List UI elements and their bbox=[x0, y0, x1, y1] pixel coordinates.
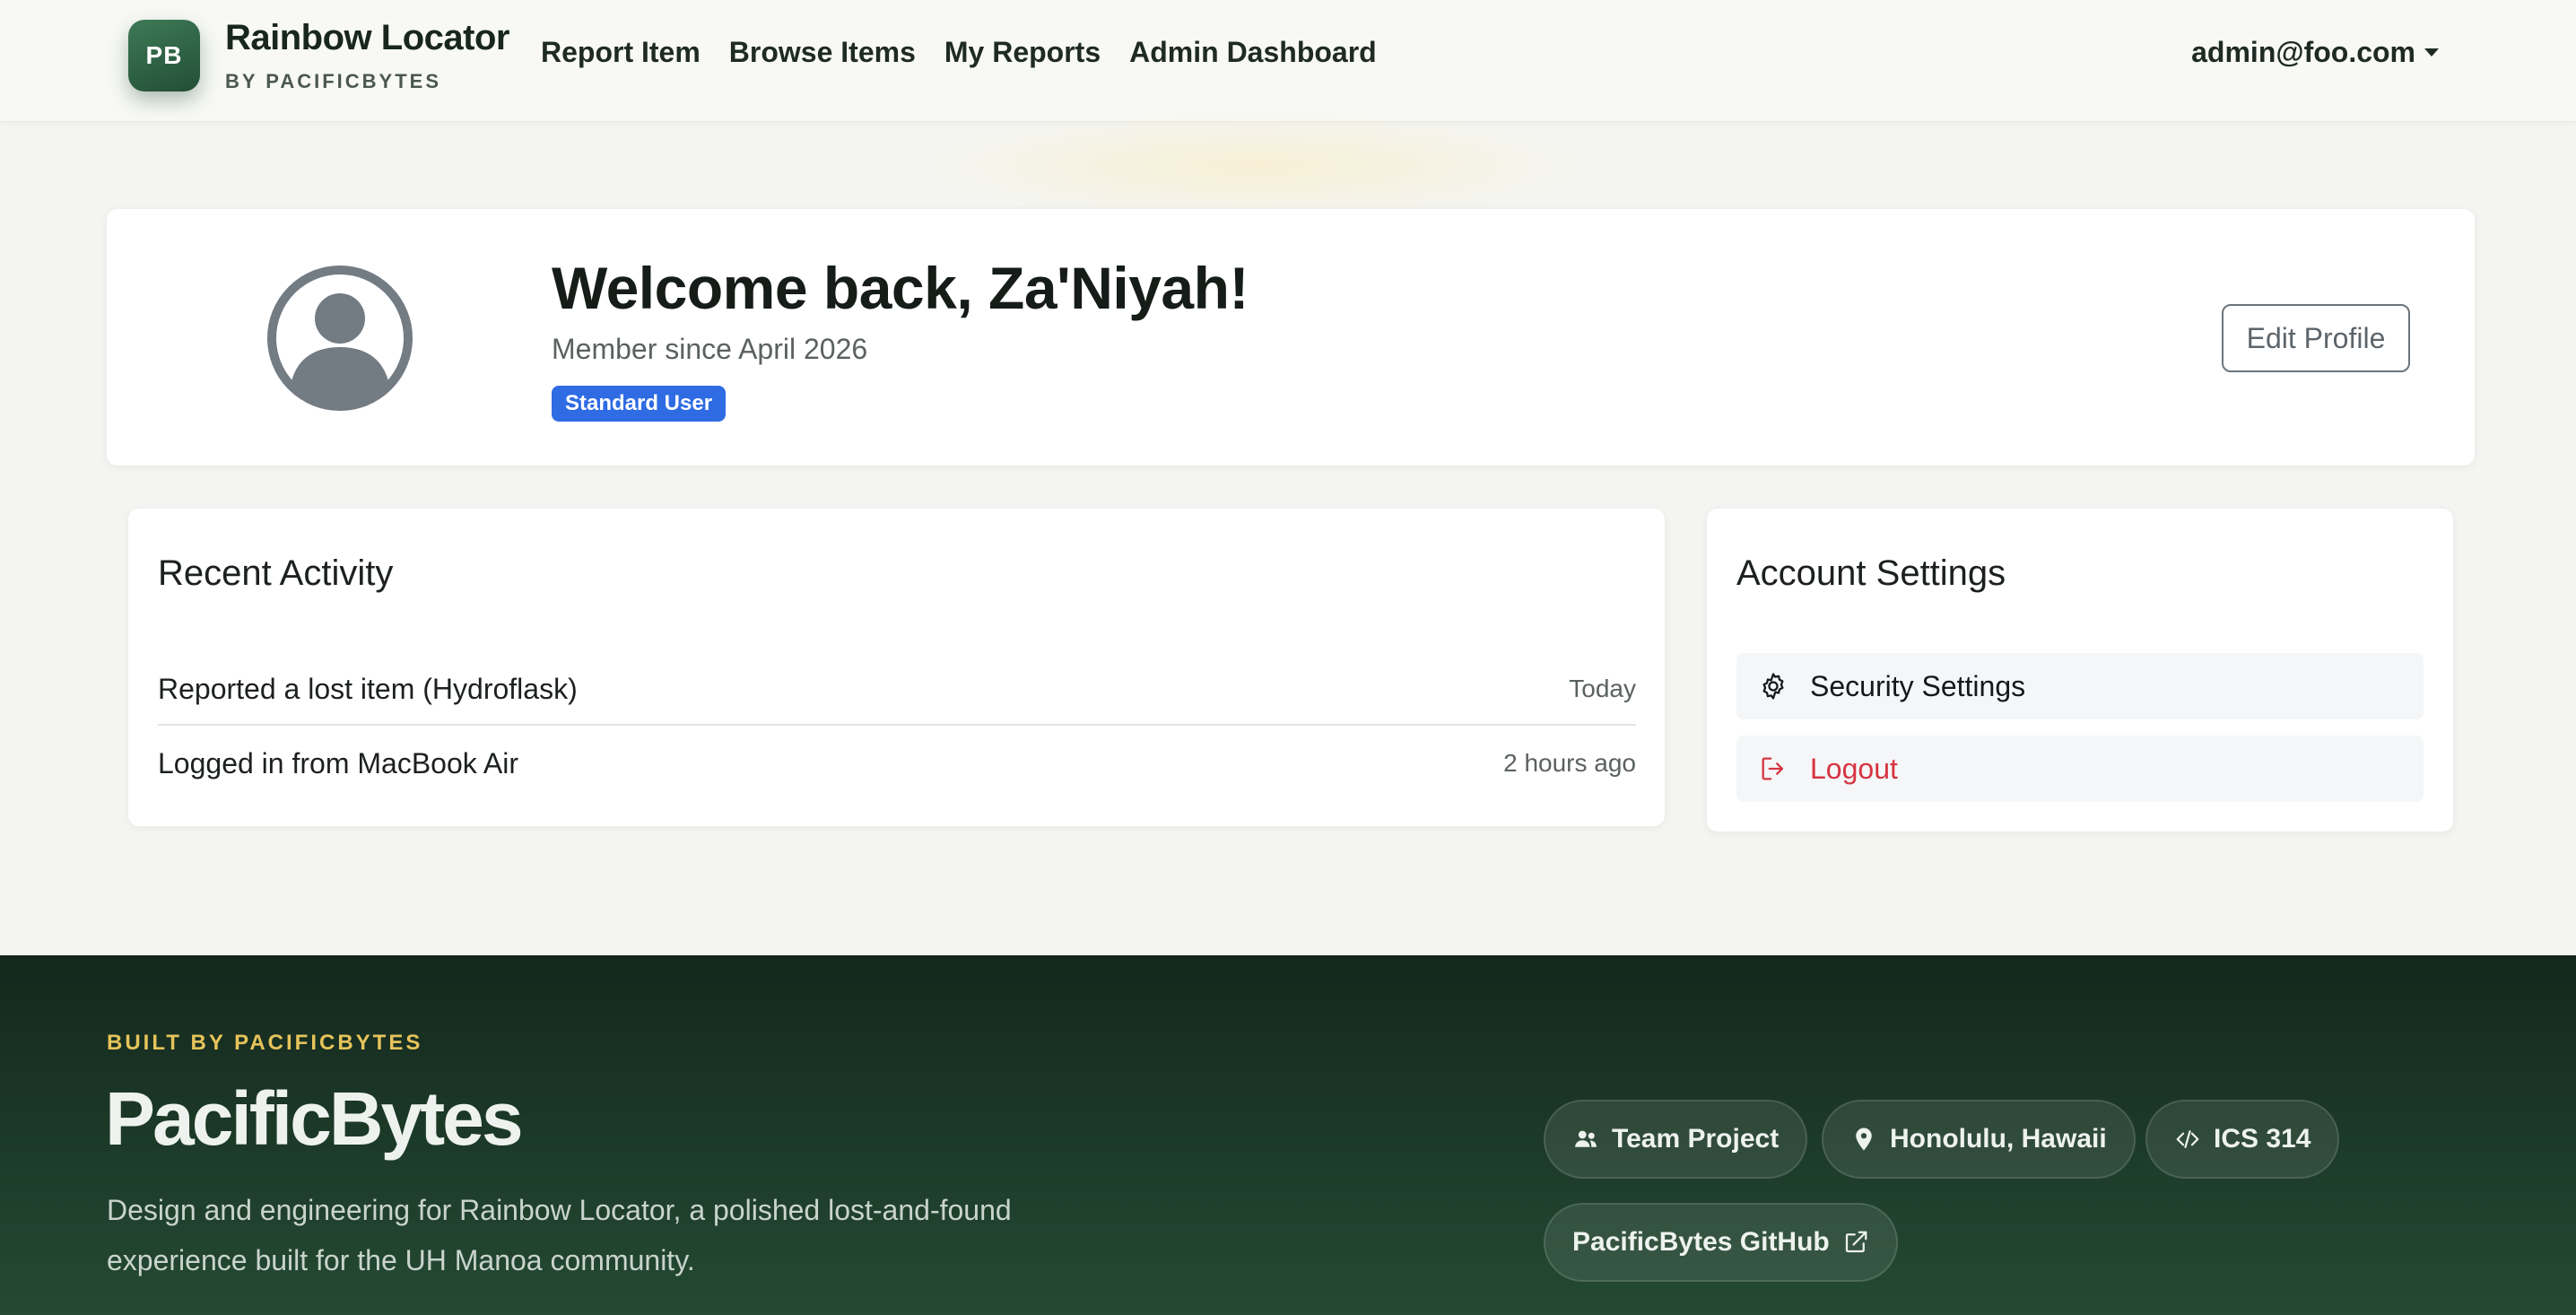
account-settings-heading: Account Settings bbox=[1736, 553, 2006, 593]
location-pill: Honolulu, Hawaii bbox=[1822, 1100, 2136, 1179]
nav-link-admin-dashboard[interactable]: Admin Dashboard bbox=[1129, 36, 1377, 69]
code-icon bbox=[2176, 1130, 2199, 1148]
user-menu-dropdown[interactable]: admin@foo.com bbox=[2191, 36, 2439, 69]
profile-card: Welcome back, Za'Niyah! Member since Apr… bbox=[107, 209, 2475, 466]
course-pill: ICS 314 bbox=[2145, 1100, 2340, 1179]
brand-subtitle: BY PACIFICBYTES bbox=[225, 70, 441, 92]
brand-logo-badge[interactable]: PB bbox=[128, 20, 200, 91]
welcome-heading: Welcome back, Za'Niyah! bbox=[552, 255, 1249, 321]
logout-label: Logout bbox=[1810, 752, 1898, 785]
people-icon bbox=[1575, 1130, 1597, 1147]
footer-kicker: BUILT BY PACIFICBYTES bbox=[107, 1031, 423, 1055]
activity-row: Logged in from MacBook Air 2 hours ago bbox=[158, 727, 1636, 799]
gear-icon bbox=[1762, 673, 1784, 700]
activity-text: Reported a lost item (Hydroflask) bbox=[158, 672, 578, 705]
security-settings-label: Security Settings bbox=[1810, 669, 2026, 702]
team-project-label: Team Project bbox=[1612, 1124, 1780, 1154]
edit-profile-button[interactable]: Edit Profile bbox=[2222, 304, 2410, 372]
user-email: admin@foo.com bbox=[2191, 36, 2415, 68]
footer-description: Design and engineering for Rainbow Locat… bbox=[107, 1194, 1012, 1276]
member-since-text: Member since April 2026 bbox=[552, 333, 868, 365]
github-link-label: PacificBytes GitHub bbox=[1572, 1227, 1830, 1257]
team-project-pill: Team Project bbox=[1544, 1100, 1808, 1179]
nav-link-report-item[interactable]: Report Item bbox=[541, 36, 701, 69]
activity-text: Logged in from MacBook Air bbox=[158, 746, 518, 779]
location-label: Honolulu, Hawaii bbox=[1890, 1124, 2107, 1154]
external-link-icon bbox=[1845, 1231, 1867, 1253]
caret-down-icon bbox=[2424, 48, 2439, 57]
avatar-icon bbox=[267, 266, 413, 411]
header-glow bbox=[897, 108, 1614, 224]
account-settings-card: Account Settings Security Settings Logou… bbox=[1707, 509, 2453, 832]
role-badge: Standard User bbox=[552, 386, 727, 422]
course-label: ICS 314 bbox=[2214, 1124, 2311, 1154]
activity-time: Today bbox=[1569, 675, 1636, 702]
logout-icon bbox=[1762, 757, 1784, 780]
location-pin-icon bbox=[1856, 1128, 1872, 1151]
footer-title: PacificBytes bbox=[105, 1076, 524, 1161]
logout-button[interactable]: Logout bbox=[1736, 736, 2424, 802]
nav-link-my-reports[interactable]: My Reports bbox=[944, 36, 1101, 69]
nav-link-browse-items[interactable]: Browse Items bbox=[729, 36, 916, 69]
github-link-pill[interactable]: PacificBytes GitHub bbox=[1544, 1203, 1898, 1282]
activity-row: Reported a lost item (Hydroflask) Today bbox=[158, 654, 1636, 726]
security-settings-button[interactable]: Security Settings bbox=[1736, 653, 2424, 719]
site-footer: BUILT BY PACIFICBYTES PacificBytes Desig… bbox=[0, 955, 2576, 1315]
recent-activity-heading: Recent Activity bbox=[158, 553, 394, 593]
activity-time: 2 hours ago bbox=[1503, 749, 1636, 777]
top-navbar: PB Rainbow Locator BY PACIFICBYTES Repor… bbox=[0, 0, 2576, 122]
recent-activity-card: Recent Activity Reported a lost item (Hy… bbox=[128, 509, 1665, 826]
brand-title[interactable]: Rainbow Locator bbox=[225, 18, 509, 58]
nav-links: Report Item Browse Items My Reports Admi… bbox=[541, 36, 1377, 69]
